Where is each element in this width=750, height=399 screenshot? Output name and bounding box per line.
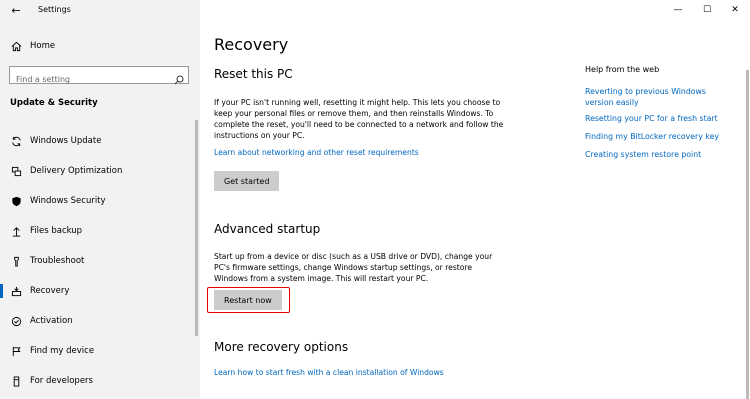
sidebar-item-windows-security[interactable]: Windows Security — [0, 186, 200, 216]
help-link-revert[interactable]: Reverting to previous Windows version ea… — [585, 86, 725, 108]
sidebar-item-recovery[interactable]: Recovery — [0, 276, 200, 306]
help-link-restore-point[interactable]: Creating system restore point — [585, 149, 725, 160]
reset-requirements-link[interactable]: Learn about networking and other reset r… — [214, 148, 419, 157]
sidebar-item-delivery-optimization[interactable]: Delivery Optimization — [0, 156, 200, 186]
help-heading: Help from the web — [585, 65, 660, 74]
sidebar-item-label: Recovery — [30, 286, 70, 296]
sidebar-item-windows-update[interactable]: Windows Update — [0, 126, 200, 156]
search-icon[interactable] — [174, 70, 184, 85]
get-started-button[interactable]: Get started — [214, 171, 280, 191]
search-box[interactable] — [9, 66, 189, 88]
developer-icon — [10, 375, 22, 387]
main-scrollbar[interactable] — [746, 70, 749, 399]
recovery-icon — [10, 285, 22, 297]
sidebar-item-activation[interactable]: Activation — [0, 306, 200, 336]
sidebar-item-files-backup[interactable]: Files backup — [0, 216, 200, 246]
sidebar-item-label: Home — [30, 41, 56, 51]
help-link-bitlocker[interactable]: Finding my BitLocker recovery key — [585, 131, 725, 142]
find-device-icon — [10, 345, 22, 357]
section-title: Update & Security — [10, 98, 98, 108]
sidebar-item-label: Windows Security — [30, 196, 106, 206]
sidebar-item-troubleshoot[interactable]: Troubleshoot — [0, 246, 200, 276]
sidebar-item-label: Delivery Optimization — [30, 166, 123, 176]
sidebar-item-label: Files backup — [30, 226, 83, 236]
sidebar-item-for-developers[interactable]: For developers — [0, 366, 200, 396]
clean-install-link[interactable]: Learn how to start fresh with a clean in… — [214, 368, 444, 377]
sidebar-item-label: For developers — [30, 376, 93, 386]
search-input[interactable] — [10, 71, 165, 88]
page-title: Recovery — [214, 35, 289, 54]
home-icon — [10, 40, 22, 52]
sidebar: ← Settings Home Update & Security Window… — [0, 0, 200, 399]
activation-icon — [10, 315, 22, 327]
wrench-icon — [10, 255, 22, 267]
reset-description: If your PC isn't running well, resetting… — [214, 98, 504, 140]
app-title: Settings — [38, 5, 71, 14]
restart-now-highlight — [207, 287, 290, 313]
sidebar-item-label: Troubleshoot — [30, 256, 85, 266]
sidebar-item-find-my-device[interactable]: Find my device — [0, 336, 200, 366]
sidebar-item-label: Windows Update — [30, 136, 102, 146]
shield-icon — [10, 195, 22, 207]
back-button[interactable]: ← — [8, 3, 24, 19]
sidebar-item-home[interactable]: Home — [10, 40, 55, 52]
sidebar-scrollbar[interactable] — [195, 120, 198, 336]
sidebar-item-label: Activation — [30, 316, 73, 326]
sidebar-nav: Windows Update Delivery Optimization Win… — [0, 126, 200, 396]
reset-heading: Reset this PC — [214, 67, 293, 81]
help-link-reset[interactable]: Resetting your PC for a fresh start — [585, 113, 725, 124]
advanced-startup-description: Start up from a device or disc (such as … — [214, 252, 493, 283]
sidebar-item-label: Find my device — [30, 346, 95, 356]
backup-icon — [10, 225, 22, 237]
main-content: Recovery Reset this PC If your PC isn't … — [200, 0, 750, 399]
advanced-startup-heading: Advanced startup — [214, 222, 321, 236]
delivery-optimization-icon — [10, 165, 22, 177]
sync-icon — [10, 135, 22, 147]
more-options-heading: More recovery options — [214, 340, 349, 354]
